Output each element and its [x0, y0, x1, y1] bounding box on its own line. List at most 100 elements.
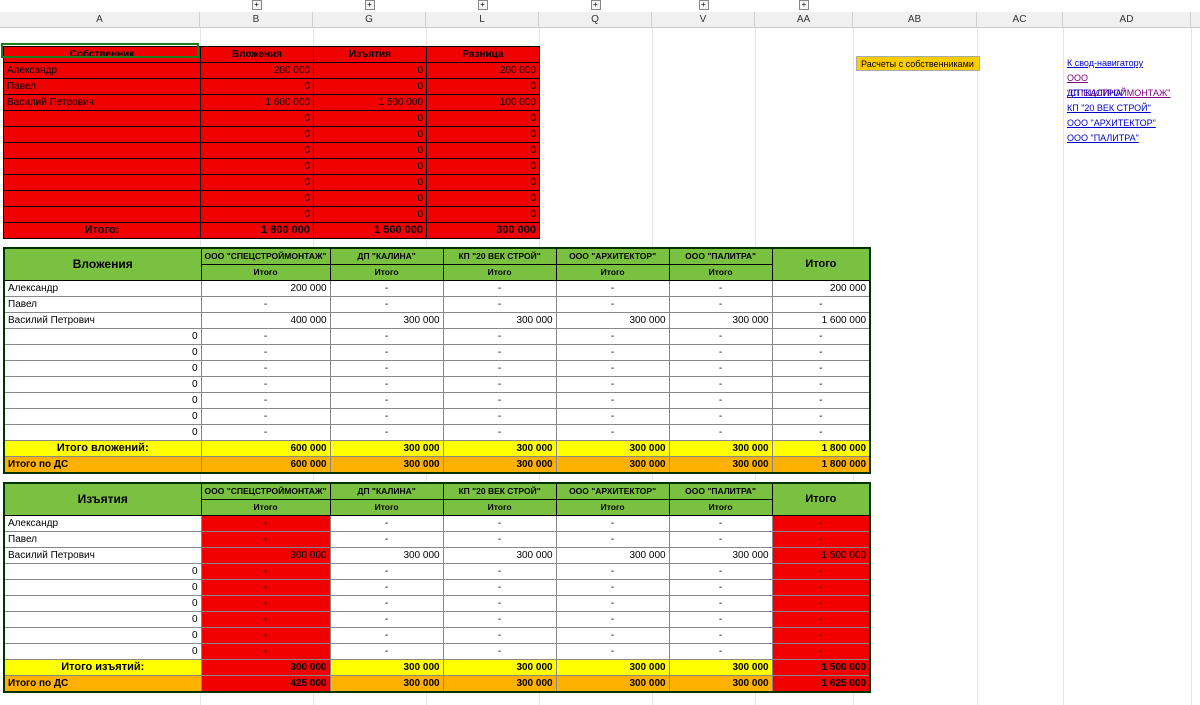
col-header-V[interactable]: V — [652, 12, 755, 27]
detail-val[interactable]: - — [330, 297, 443, 313]
detail-val[interactable]: - — [669, 377, 772, 393]
detail-val[interactable]: 300 000 — [330, 548, 443, 564]
detail-val[interactable]: - — [669, 297, 772, 313]
detail-val[interactable]: - — [330, 409, 443, 425]
detail-val[interactable]: - — [201, 377, 330, 393]
detail-val[interactable]: - — [669, 516, 772, 532]
detail-val[interactable]: - — [201, 564, 330, 580]
detail-row-total[interactable]: - — [772, 532, 870, 548]
detail-row-total[interactable]: - — [772, 361, 870, 377]
detail-val[interactable]: - — [201, 644, 330, 660]
detail-val[interactable]: 300 000 — [669, 548, 772, 564]
detail-val[interactable]: - — [443, 393, 556, 409]
summary-diff[interactable]: 100 000 — [427, 95, 540, 111]
summary-diff[interactable]: 0 — [427, 127, 540, 143]
detail-row-total[interactable]: - — [772, 345, 870, 361]
detail-val[interactable]: - — [556, 425, 669, 441]
summary-inv[interactable]: 200 000 — [201, 63, 314, 79]
detail-row-total[interactable]: - — [772, 409, 870, 425]
col-header-AD[interactable]: AD — [1063, 12, 1191, 27]
summary-inv[interactable]: 1 600 000 — [201, 95, 314, 111]
summary-wd[interactable]: 0 — [314, 143, 427, 159]
expand-btn-col-B[interactable]: + — [252, 0, 262, 10]
detail-val[interactable]: - — [330, 329, 443, 345]
detail-val[interactable]: - — [669, 425, 772, 441]
summary-owner[interactable] — [4, 127, 201, 143]
detail-val[interactable]: - — [443, 628, 556, 644]
summary-diff[interactable]: 0 — [427, 143, 540, 159]
summary-diff[interactable]: 0 — [427, 175, 540, 191]
detail-val[interactable]: - — [330, 393, 443, 409]
col-header-G[interactable]: G — [313, 12, 426, 27]
detail-val[interactable]: - — [330, 425, 443, 441]
detail-val[interactable]: - — [330, 516, 443, 532]
detail-val[interactable]: - — [201, 516, 330, 532]
detail-val[interactable]: - — [556, 409, 669, 425]
detail-owner[interactable]: 0 — [4, 596, 201, 612]
detail-owner[interactable]: Василий Петрович — [4, 548, 201, 564]
detail-val[interactable]: - — [669, 361, 772, 377]
detail-val[interactable]: - — [330, 281, 443, 297]
summary-diff[interactable]: 0 — [427, 191, 540, 207]
detail-owner[interactable]: 0 — [4, 393, 201, 409]
summary-wd[interactable]: 0 — [314, 207, 427, 223]
detail-owner[interactable]: 0 — [4, 329, 201, 345]
detail-val[interactable]: - — [556, 393, 669, 409]
detail-row-total[interactable]: - — [772, 580, 870, 596]
detail-val[interactable]: - — [201, 297, 330, 313]
detail-val[interactable]: - — [201, 345, 330, 361]
detail-row-total[interactable]: - — [772, 329, 870, 345]
detail-val[interactable]: - — [443, 377, 556, 393]
detail-val[interactable]: - — [443, 612, 556, 628]
worksheet-area[interactable]: Расчеты с собственниками К свод-навигато… — [0, 28, 1191, 705]
detail-val[interactable]: - — [201, 329, 330, 345]
summary-inv[interactable]: 0 — [201, 79, 314, 95]
summary-owner[interactable] — [4, 191, 201, 207]
summary-owner[interactable]: Павел — [4, 79, 201, 95]
detail-val[interactable]: - — [330, 596, 443, 612]
detail-val[interactable]: - — [556, 516, 669, 532]
detail-owner[interactable]: Александр — [4, 516, 201, 532]
col-header-B[interactable]: B — [200, 12, 313, 27]
detail-val[interactable]: - — [556, 596, 669, 612]
link-spetsstroymontazh[interactable]: ООО "СПЕЦСТРОЙМОНТАЖ" — [1067, 71, 1191, 86]
expand-btn-col-L[interactable]: + — [478, 0, 488, 10]
summary-inv[interactable]: 0 — [201, 191, 314, 207]
detail-val[interactable]: - — [443, 596, 556, 612]
detail-val[interactable]: - — [443, 644, 556, 660]
detail-row-total[interactable]: 1 600 000 — [772, 313, 870, 329]
summary-owner[interactable] — [4, 207, 201, 223]
summary-owner[interactable] — [4, 143, 201, 159]
detail-val[interactable]: - — [330, 377, 443, 393]
detail-val[interactable]: - — [556, 281, 669, 297]
detail-row-total[interactable]: - — [772, 612, 870, 628]
detail-val[interactable]: - — [556, 377, 669, 393]
detail-val[interactable]: - — [443, 329, 556, 345]
detail-row-total[interactable]: - — [772, 297, 870, 313]
col-header-Q[interactable]: Q — [539, 12, 652, 27]
detail-val[interactable]: - — [556, 628, 669, 644]
summary-inv[interactable]: 0 — [201, 111, 314, 127]
detail-val[interactable]: - — [201, 361, 330, 377]
detail-val[interactable]: - — [669, 596, 772, 612]
detail-val[interactable]: - — [443, 580, 556, 596]
detail-owner[interactable]: Павел — [4, 532, 201, 548]
detail-val[interactable]: - — [443, 361, 556, 377]
detail-row-total[interactable]: - — [772, 393, 870, 409]
summary-diff[interactable]: 0 — [427, 79, 540, 95]
detail-row-total[interactable]: 200 000 — [772, 281, 870, 297]
link-arkhitektor[interactable]: ООО "АРХИТЕКТОР" — [1067, 116, 1191, 131]
detail-val[interactable]: - — [556, 345, 669, 361]
detail-owner[interactable]: Александр — [4, 281, 201, 297]
expand-btn-col-V[interactable]: + — [699, 0, 709, 10]
detail-val[interactable]: - — [201, 393, 330, 409]
detail-owner[interactable]: 0 — [4, 564, 201, 580]
detail-val[interactable]: 300 000 — [556, 313, 669, 329]
detail-val[interactable]: - — [201, 425, 330, 441]
detail-val[interactable]: 200 000 — [201, 281, 330, 297]
detail-val[interactable]: - — [556, 361, 669, 377]
detail-owner[interactable]: 0 — [4, 425, 201, 441]
detail-owner[interactable]: 0 — [4, 377, 201, 393]
col-header-A[interactable]: A — [0, 12, 200, 27]
detail-val[interactable]: - — [443, 281, 556, 297]
